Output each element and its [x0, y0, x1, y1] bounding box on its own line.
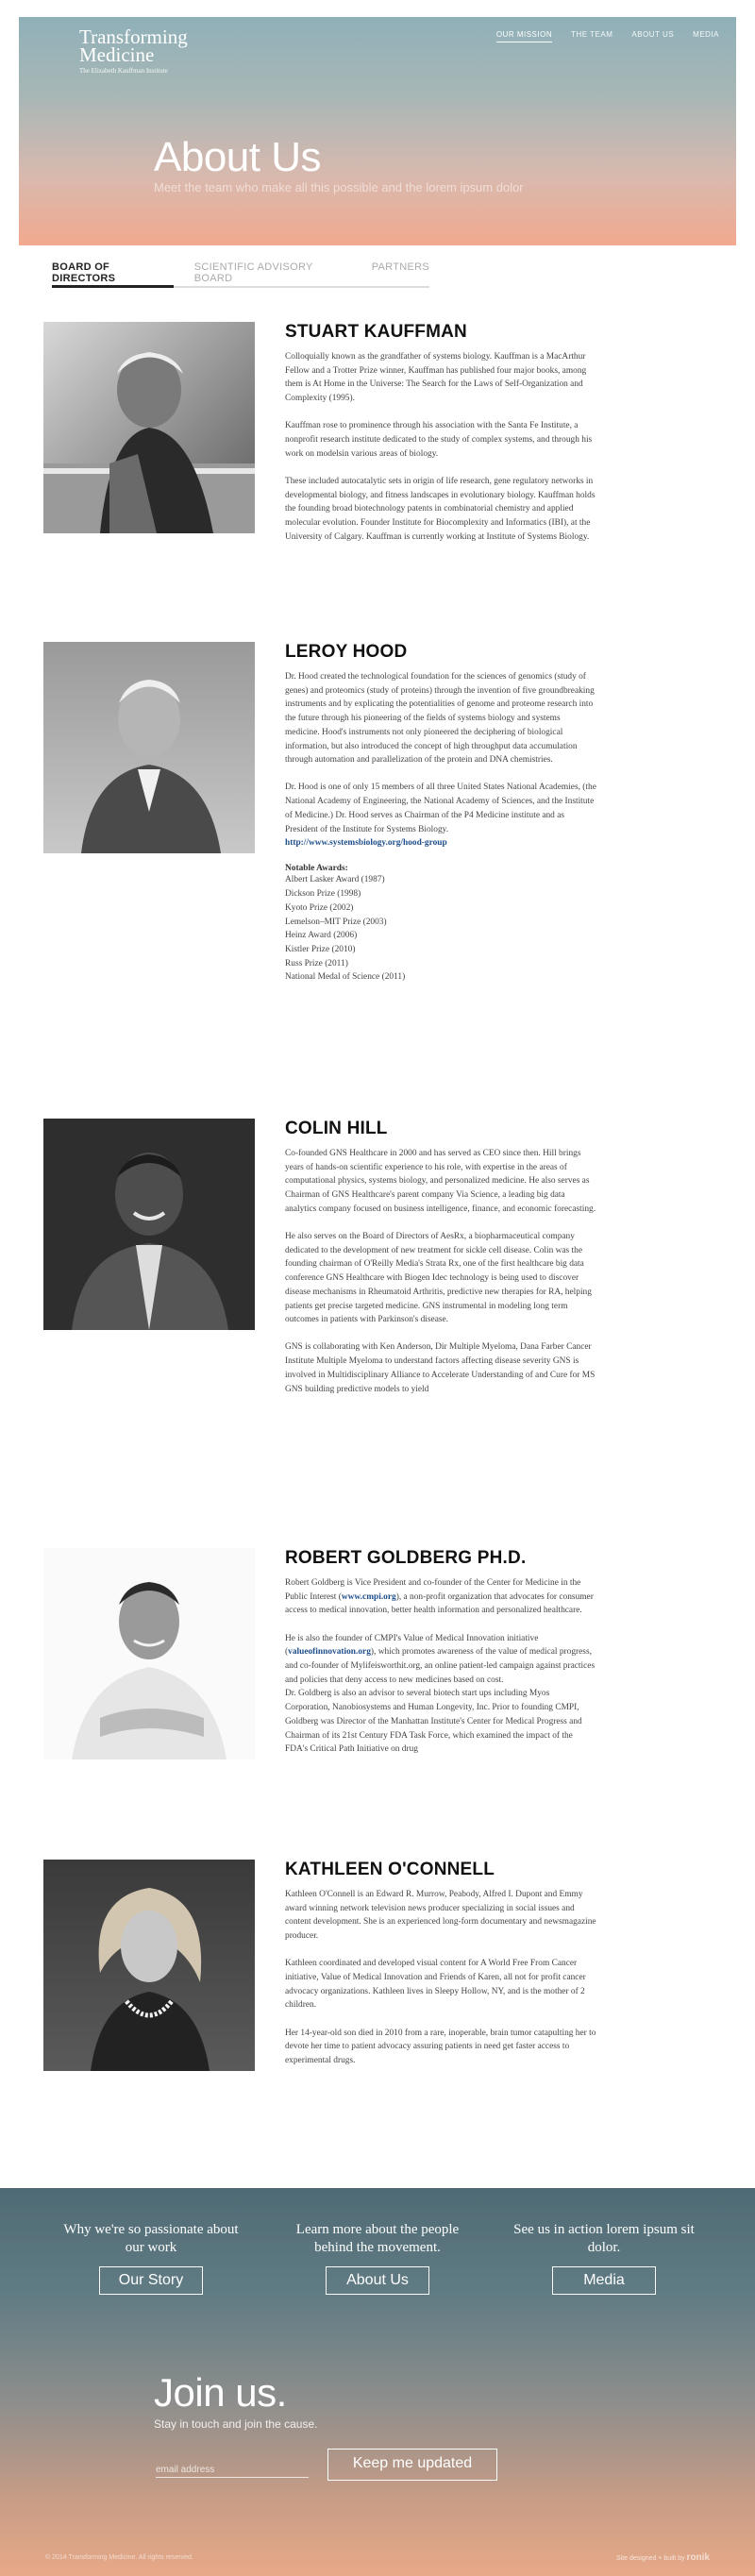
member-bio: LEROY HOOD Dr. Hood created the technolo…: [285, 642, 596, 985]
award-item: Lemelson–MIT Prize (2003): [285, 917, 387, 927]
hood-group-link[interactable]: http://www.systemsbiology.org/hood-group: [285, 838, 447, 848]
tab-board-of-directors[interactable]: BOARD OF DIRECTORS: [52, 260, 174, 288]
nav-our-mission[interactable]: OUR MISSION: [495, 30, 553, 42]
member-name: LEROY HOOD: [285, 642, 408, 662]
member-leroy-hood: LEROY HOOD Dr. Hood created the technolo…: [43, 642, 723, 1086]
tab-partners[interactable]: PARTNERS: [372, 260, 429, 288]
award-item: Russ Prize (2011): [285, 958, 348, 968]
bio-paragraph: Kauffman rose to prominence through his …: [285, 421, 593, 459]
awards-list: Albert Lasker Award (1987) Dickson Prize…: [285, 873, 596, 985]
bio-paragraph: He is also the founder of CMPI's Value o…: [285, 1632, 596, 1688]
member-robert-goldberg: ROBERT GOLDBERG PH.D. Robert Goldberg is…: [43, 1548, 723, 1831]
page-tagline: Meet the team who make all this possible…: [154, 180, 524, 194]
main-nav: OUR MISSION THE TEAM ABOUT US MEDIA: [495, 30, 719, 42]
member-photo: [43, 322, 255, 533]
bio-paragraph: He also serves on the Board of Directors…: [285, 1232, 592, 1325]
member-name: KATHLEEN O'CONNELL: [285, 1860, 495, 1879]
join-subtitle: Stay in touch and join the cause.: [154, 2417, 318, 2431]
cta-our-story: Why we're so passionate about our work O…: [57, 2221, 245, 2295]
logo-subtitle: The Elizabeth Kauffman Institute: [79, 67, 168, 75]
media-button[interactable]: Media: [552, 2266, 656, 2295]
copyright-text: © 2014 Transforming Medicine. All rights…: [45, 2554, 193, 2561]
keep-me-updated-button[interactable]: Keep me updated: [327, 2449, 497, 2481]
board-tabs: BOARD OF DIRECTORS SCIENTIFIC ADVISORY B…: [52, 260, 429, 288]
join-section: Join us. Stay in touch and join the caus…: [154, 2370, 318, 2432]
member-photo: [43, 642, 255, 853]
member-bio: STUART KAUFFMAN Colloquially known as th…: [285, 322, 596, 558]
bio-paragraph: Dr. Goldberg is also an advisor to sever…: [285, 1689, 582, 1755]
cta-media: See us in action lorem ipsum sit dolor. …: [510, 2221, 698, 2295]
site-logo[interactable]: Transforming Medicine The Elizabeth Kauf…: [79, 27, 188, 75]
member-bio: COLIN HILL Co-founded GNS Healthcare in …: [285, 1119, 596, 1410]
member-photo: [43, 1860, 255, 2071]
site-credit[interactable]: Site designed + built by ronik: [616, 2552, 710, 2563]
member-photo: [43, 1119, 255, 1330]
nav-media[interactable]: MEDIA: [693, 30, 719, 42]
award-item: National Medal of Science (2011): [285, 972, 406, 983]
member-name: COLIN HILL: [285, 1119, 388, 1138]
nav-about-us[interactable]: ABOUT US: [631, 30, 674, 42]
award-item: Dickson Prize (1998): [285, 889, 361, 900]
member-kathleen-oconnell: KATHLEEN O'CONNELL Kathleen O'Connell is…: [43, 1860, 723, 2133]
cta-text: Learn more about the people behind the m…: [295, 2222, 460, 2255]
nav-the-team[interactable]: THE TEAM: [571, 30, 612, 42]
cta-about-us: Learn more about the people behind the m…: [283, 2221, 472, 2295]
member-colin-hill: COLIN HILL Co-founded GNS Healthcare in …: [43, 1119, 723, 1487]
member-bio: ROBERT GOLDBERG PH.D. Robert Goldberg is…: [285, 1548, 596, 1770]
member-name: ROBERT GOLDBERG PH.D.: [285, 1548, 527, 1568]
awards-heading: Notable Awards:: [285, 864, 348, 874]
page-title: About Us: [154, 134, 321, 180]
bio-paragraph: Kathleen coordinated and developed visua…: [285, 1959, 586, 2011]
member-name: STUART KAUFFMAN: [285, 322, 467, 342]
bio-paragraph: Dr. Hood is one of only 15 members of al…: [285, 783, 596, 834]
award-item: Kistler Prize (2010): [285, 944, 356, 954]
award-item: Albert Lasker Award (1987): [285, 875, 385, 885]
bio-paragraph: These included autocatalytic sets in ori…: [285, 476, 596, 542]
logo-line-2: Medicine: [79, 43, 155, 66]
cmpi-link[interactable]: www.cmpi.org: [342, 1592, 396, 1602]
bio-paragraph: GNS is collaborating with Ken Anderson, …: [285, 1342, 596, 1394]
bio-paragraph: Kathleen O'Connell is an Edward R. Murro…: [285, 1890, 596, 1942]
tab-scientific-advisory-board[interactable]: SCIENTIFIC ADVISORY BOARD: [194, 260, 351, 288]
credit-text: Site designed + built by: [616, 2555, 685, 2562]
about-us-button[interactable]: About Us: [326, 2266, 429, 2295]
email-field[interactable]: email address: [156, 2461, 309, 2478]
member-bio: KATHLEEN O'CONNELL Kathleen O'Connell is…: [285, 1860, 596, 2081]
bio-paragraph: Dr. Hood created the technological found…: [285, 672, 595, 766]
member-photo: [43, 1548, 255, 1759]
our-story-button[interactable]: Our Story: [99, 2266, 203, 2295]
bio-paragraph: Co-founded GNS Healthcare in 2000 and ha…: [285, 1149, 596, 1214]
member-stuart-kauffman: STUART KAUFFMAN Colloquially known as th…: [43, 322, 723, 586]
award-item: Kyoto Prize (2002): [285, 902, 354, 913]
award-item: Heinz Award (2006): [285, 931, 358, 941]
bio-paragraph: Colloquially known as the grandfather of…: [285, 352, 587, 404]
bio-paragraph: Robert Goldberg is Vice President and co…: [285, 1576, 596, 1618]
cta-text: Why we're so passionate about our work: [63, 2222, 239, 2255]
footer-cta: Why we're so passionate about our work O…: [0, 2188, 755, 2576]
bio-paragraph: Her 14-year-old son died in 2010 from a …: [285, 2028, 596, 2066]
cta-text: See us in action lorem ipsum sit dolor.: [513, 2222, 695, 2255]
join-title: Join us.: [154, 2370, 287, 2415]
credit-brand: ronik: [686, 2552, 710, 2563]
hero-banner: Transforming Medicine The Elizabeth Kauf…: [19, 17, 736, 245]
valueofinnovation-link[interactable]: valueofinnovation.org: [288, 1647, 371, 1657]
